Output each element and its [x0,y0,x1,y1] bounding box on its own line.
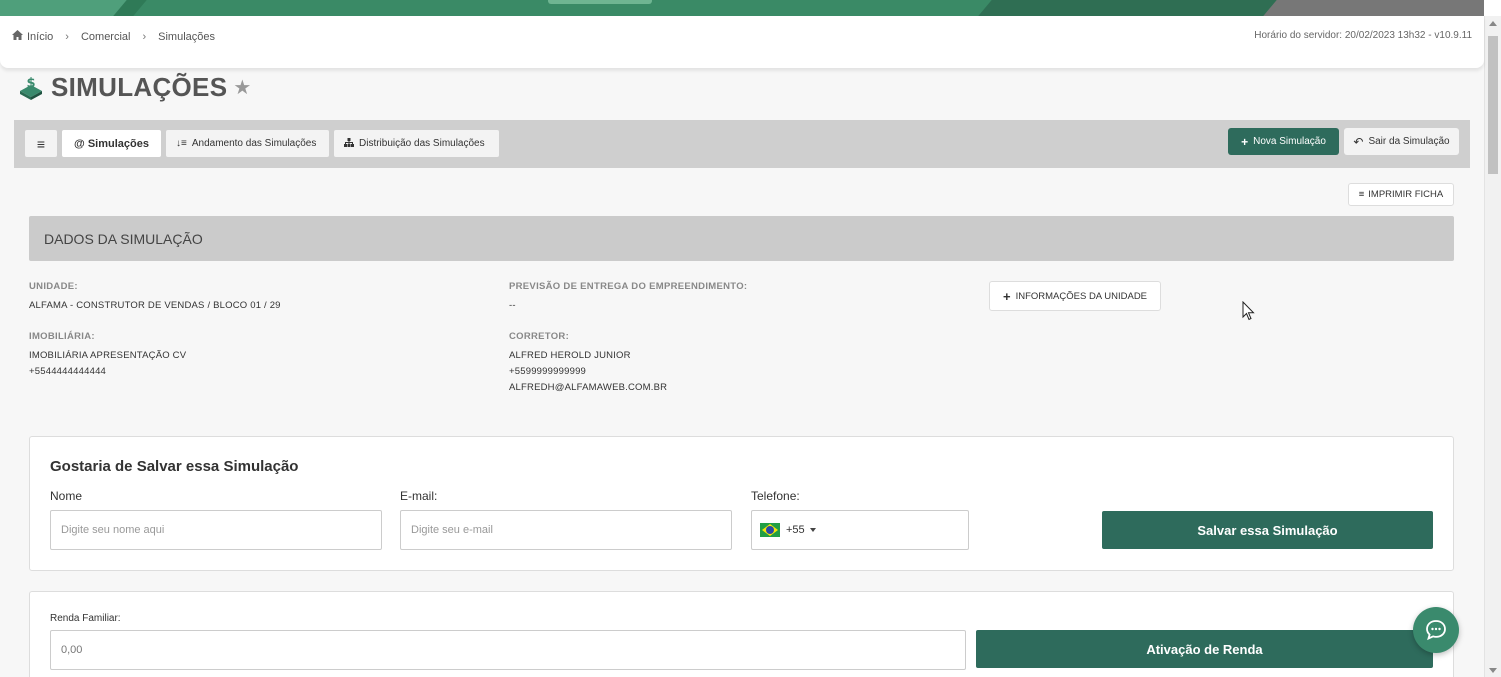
print-button[interactable]: ≡ IMPRIMIR FICHA [1348,183,1454,206]
mouse-cursor-icon [1242,301,1255,321]
breadcrumb-home[interactable]: Início [27,31,53,43]
phone-country-code: +55 [786,524,805,536]
previsao-label: PREVISÃO DE ENTREGA DO EMPREENDIMENTO: [509,281,748,292]
scroll-up-icon[interactable] [1489,21,1497,26]
imobiliaria-phone: +5544444444444 [29,366,107,377]
tab-andamento[interactable]: ↓≡ Andamento das Simulações [166,130,329,157]
corretor-label: CORRETOR: [509,331,570,342]
page-title-row: $ SIMULAÇÕES ★ [18,72,251,103]
save-card-title: Gostaria de Salvar essa Simulação [50,458,299,475]
exit-simulation-label: Sair da Simulação [1368,136,1450,147]
sitemap-icon [344,137,354,150]
unit-info-button[interactable]: + INFORMAÇÕES DA UNIDADE [989,281,1161,311]
exit-simulation-button[interactable]: ↶ Sair da Simulação [1344,128,1459,155]
unidade-value: ALFAMA - CONSTRUTOR DE VENDAS / BLOCO 01… [29,300,281,311]
renda-label: Renda Familiar: [50,613,121,624]
chevron-right-icon: › [65,30,69,43]
chevron-down-icon[interactable] [809,528,816,532]
save-simulation-label: Salvar essa Simulação [1197,522,1338,538]
nome-placeholder: Digite seu nome aqui [61,524,165,536]
chevron-right-icon: › [142,30,147,43]
unit-info-label: INFORMAÇÕES DA UNIDADE [1015,290,1148,302]
reply-icon: ↶ [1353,134,1364,149]
email-label: E-mail: [400,489,438,503]
list-icon: ≡ [1358,189,1365,200]
plus-icon: + [1002,288,1011,304]
ativacao-renda-button[interactable]: Ativação de Renda [976,630,1433,668]
chat-button[interactable] [1413,607,1459,653]
tab-andamento-label: Andamento das Simulações [191,138,317,149]
nome-label: Nome [50,489,83,503]
brazil-flag-icon[interactable] [760,523,780,537]
breadcrumb-comercial[interactable]: Comercial [81,31,131,43]
nome-input[interactable]: Digite seu nome aqui [50,510,382,550]
breadcrumb-simulacoes[interactable]: Simulações [158,31,215,43]
page-title: SIMULAÇÕES [51,72,228,102]
email-placeholder: Digite seu e-mail [411,524,493,536]
imobiliaria-label: IMOBILIÁRIA: [29,331,95,342]
imobiliaria-name: IMOBILIÁRIA APRESENTAÇÃO CV [29,350,187,361]
tab-distribuicao-label: Distribuição das Simulações [359,138,485,149]
tab-simulacoes[interactable]: @ Simulações [62,130,161,157]
corretor-name: ALFRED HEROLD JUNIOR [509,350,631,361]
breadcrumb: Início › Comercial › Simulações [12,30,215,43]
renda-card: Renda Familiar: 0,00 Ativação de Renda [29,591,1454,677]
tab-simulacoes-label: @ Simulações [74,137,149,150]
renda-input[interactable]: 0,00 [50,630,966,670]
new-simulation-label: Nova Simulação [1253,136,1326,147]
svg-text:$: $ [26,76,35,91]
sort-icon: ↓≡ [176,138,187,149]
unidade-label: UNIDADE: [29,281,78,292]
new-simulation-button[interactable]: + Nova Simulação [1228,128,1339,155]
hamburger-icon: ≡ [36,135,46,152]
telefone-label: Telefone: [751,489,800,503]
money-stack-icon: $ [20,76,42,100]
tabs-bar: ≡ @ Simulações ↓≡ Andamento das Simulaçõ… [14,120,1470,168]
scroll-down-icon[interactable] [1489,668,1497,673]
plus-icon: + [1241,134,1249,149]
top-tab-handle[interactable] [548,0,652,4]
scrollbar-thumb[interactable] [1488,36,1498,174]
renda-value: 0,00 [61,644,83,656]
telefone-input[interactable]: +55 [751,510,969,550]
save-simulation-button[interactable]: Salvar essa Simulação [1102,511,1433,549]
tab-distribuicao[interactable]: Distribuição das Simulações [334,130,499,157]
corretor-phone: +5599999999999 [509,366,587,377]
ativacao-renda-label: Ativação de Renda [1146,641,1263,657]
home-icon [12,30,23,43]
breadcrumb-bar: Início › Comercial › Simulações Horário … [0,16,1484,68]
section-header: DADOS DA SIMULAÇÃO [29,216,1454,261]
print-label: IMPRIMIR FICHA [1368,189,1444,200]
chat-bubble-icon [1426,620,1446,641]
menu-toggle-button[interactable]: ≡ [25,130,57,157]
corretor-email: ALFREDH@ALFAMAWEB.COM.BR [509,382,668,393]
save-simulation-card: Gostaria de Salvar essa Simulação Nome D… [29,436,1454,571]
star-icon[interactable]: ★ [233,75,251,100]
section-title: DADOS DA SIMULAÇÃO [44,231,203,247]
email-input[interactable]: Digite seu e-mail [400,510,732,550]
top-banner [0,0,1484,16]
server-time: Horário do servidor: 20/02/2023 13h32 - … [1254,30,1472,41]
previsao-value: -- [509,300,516,311]
vertical-scrollbar[interactable] [1484,16,1501,677]
